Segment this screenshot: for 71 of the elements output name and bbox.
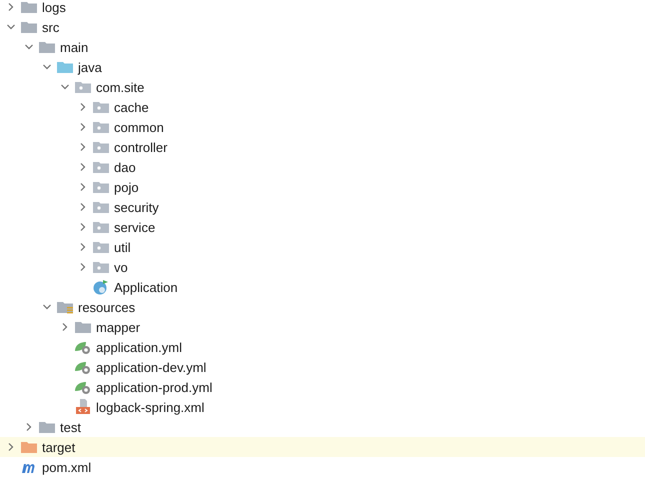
tree-item-label: Application [114, 280, 178, 294]
tree-item-label: target [42, 440, 76, 454]
folder-icon [38, 419, 56, 435]
tree-item-label: logback-spring.xml [96, 400, 204, 414]
tree-row[interactable]: common [0, 117, 645, 137]
tree-row[interactable]: security [0, 197, 645, 217]
package-icon [92, 159, 110, 175]
folder-icon [20, 19, 38, 35]
package-icon [92, 119, 110, 135]
tree-item-label: pojo [114, 180, 139, 194]
tree-item-label: mapper [96, 320, 140, 334]
xml-file-icon [74, 399, 92, 415]
folder-icon [38, 39, 56, 55]
tree-row[interactable]: resources [0, 297, 645, 317]
tree-item-label: application-prod.yml [96, 380, 212, 394]
tree-row[interactable]: application-dev.yml [0, 357, 645, 377]
package-icon [92, 179, 110, 195]
folder-icon [74, 319, 92, 335]
tree-row[interactable]: application-prod.yml [0, 377, 645, 397]
tree-row[interactable]: service [0, 217, 645, 237]
tree-row[interactable]: logback-spring.xml [0, 397, 645, 417]
leaf-gear-icon [74, 359, 92, 375]
tree-row[interactable]: vo [0, 257, 645, 277]
tree-row[interactable]: main [0, 37, 645, 57]
tree-item-label: security [114, 200, 159, 214]
tree-item-label: src [42, 20, 60, 34]
tree-row[interactable]: java [0, 57, 645, 77]
tree-row[interactable]: mapper [0, 317, 645, 337]
tree-item-label: test [60, 420, 81, 434]
tree-item-label: resources [78, 300, 136, 314]
tree-row[interactable]: cache [0, 97, 645, 117]
tree-item-label: application-dev.yml [96, 360, 206, 374]
tree-item-label: controller [114, 140, 168, 154]
package-icon [74, 79, 92, 95]
tree-row[interactable]: src [0, 17, 645, 37]
tree-item-label: logs [42, 0, 66, 14]
tree-row[interactable]: dao [0, 157, 645, 177]
leaf-gear-icon [74, 339, 92, 355]
resources-folder-icon [56, 299, 74, 315]
tree-row[interactable]: controller [0, 137, 645, 157]
package-icon [92, 139, 110, 155]
folder-icon [20, 0, 38, 15]
tree-item-label: common [114, 120, 164, 134]
tree-item-label: vo [114, 260, 128, 274]
tree-item-label: com.site [96, 80, 144, 94]
folder-icon [20, 439, 38, 455]
package-icon [92, 99, 110, 115]
tree-item-label: dao [114, 160, 136, 174]
tree-item-label: application.yml [96, 340, 182, 354]
tree-row[interactable]: logs [0, 0, 645, 17]
class-icon [92, 279, 110, 295]
folder-icon [56, 59, 74, 75]
tree-item-label: util [114, 240, 131, 254]
tree-item-label: pom.xml [42, 460, 92, 474]
tree-row[interactable]: Application [0, 277, 645, 297]
tree-row[interactable]: application.yml [0, 337, 645, 357]
tree-row[interactable]: util [0, 237, 645, 257]
tree-item-label: java [78, 60, 102, 74]
tree-row[interactable]: com.site [0, 77, 645, 97]
tree-item-label: main [60, 40, 88, 54]
package-icon [92, 199, 110, 215]
package-icon [92, 259, 110, 275]
leaf-gear-icon [74, 379, 92, 395]
tree-item-label: cache [114, 100, 149, 114]
tree-row[interactable]: pom.xml [0, 457, 645, 477]
package-icon [92, 239, 110, 255]
package-icon [92, 219, 110, 235]
tree-row[interactable]: target [0, 437, 645, 457]
tree-item-label: service [114, 220, 156, 234]
tree-row[interactable]: pojo [0, 177, 645, 197]
tree-row[interactable]: test [0, 417, 645, 437]
